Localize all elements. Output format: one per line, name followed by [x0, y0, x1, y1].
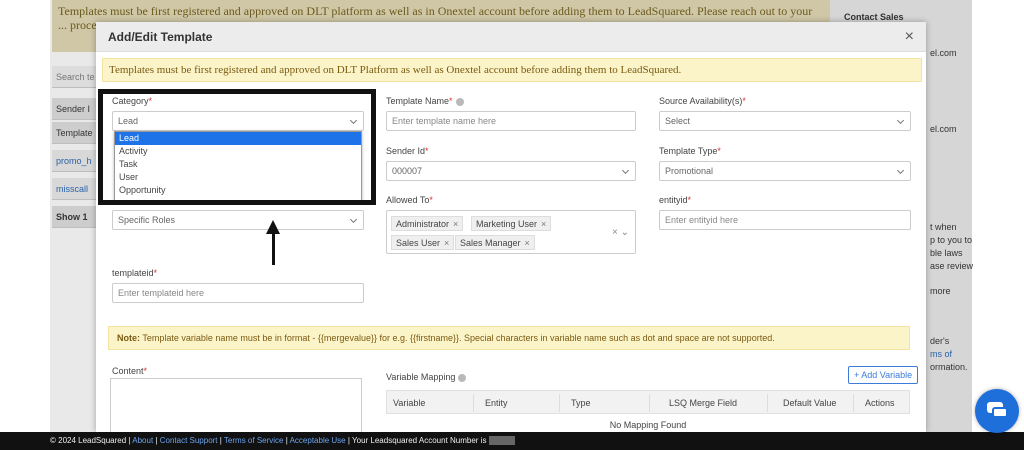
footer-link-contact-support[interactable]: Contact Support	[160, 436, 218, 445]
source-availability-label: Source Availability(s)*	[659, 96, 746, 106]
contact-sales-label: Contact Sales	[844, 12, 904, 22]
column-header: Type	[571, 398, 591, 408]
template-type-label: Template Type*	[659, 146, 721, 156]
column-header: LSQ Merge Field	[669, 398, 738, 408]
highlight-annotation-box	[98, 89, 376, 205]
column-divider	[767, 394, 768, 412]
background-text: p to you to	[930, 235, 973, 245]
modal-title: Add/Edit Template	[108, 30, 213, 44]
screen: Templates must be first registered and a…	[0, 0, 1024, 450]
column-divider	[649, 394, 650, 412]
column-divider	[853, 394, 854, 412]
redacted-account-number	[488, 436, 515, 446]
remove-tag-icon[interactable]: ×	[541, 219, 546, 229]
close-icon[interactable]: ×	[905, 28, 914, 46]
column-divider	[559, 394, 560, 412]
footer-link-about[interactable]: About	[132, 436, 153, 445]
entityid-input[interactable]: Enter entityid here	[659, 210, 911, 230]
background-row: promo_h	[52, 150, 98, 172]
background-text: ble laws	[930, 248, 963, 258]
variable-format-note: Note: Template variable name must be in …	[108, 326, 910, 350]
template-name-input[interactable]: Enter template name here	[386, 111, 636, 131]
sender-id-select[interactable]: 000007	[386, 161, 636, 181]
template-name-label: Template Name*	[386, 96, 464, 106]
entityid-label: entityid*	[659, 195, 692, 205]
footer-link-acceptable-use[interactable]: Acceptable Use	[290, 436, 346, 445]
modal-header: Add/Edit Template ×	[96, 22, 926, 52]
background-row: Sender I	[52, 98, 98, 120]
background-text: der's	[930, 336, 950, 346]
arrow-shaft	[272, 232, 275, 265]
column-divider	[473, 394, 474, 412]
background-search-input: Search te	[52, 66, 98, 88]
column-header: Variable	[393, 398, 426, 408]
allowed-to-multiselect[interactable]: Administrator × Marketing User × Sales Use…	[386, 210, 636, 254]
chat-bubble-icon	[992, 407, 1008, 418]
background-row: misscall	[52, 178, 98, 200]
footer-copyright: © 2024 LeadSquared |	[50, 436, 131, 445]
templateid-label: templateid*	[112, 268, 158, 278]
column-header: Entity	[485, 398, 508, 408]
background-row: Template	[52, 122, 98, 144]
background-text: el.com	[930, 48, 957, 58]
empty-state-text: No Mapping Found	[609, 420, 687, 430]
dlt-warning-banner: Templates must be first registered and a…	[102, 58, 922, 82]
background-text: t when	[930, 222, 957, 232]
background-text: el.com	[930, 124, 957, 134]
templateid-input[interactable]: Enter templateid here	[112, 283, 364, 303]
variable-mapping-table: Variable Entity Type LSQ Merge Field Def…	[386, 390, 910, 432]
footer-link-terms[interactable]: Terms of Service	[224, 436, 284, 445]
footer: © 2024 LeadSquared | About | Contact Sup…	[0, 432, 1024, 450]
background-link: ms of	[930, 349, 953, 359]
sender-id-label: Sender Id*	[386, 146, 429, 156]
table-header: Variable Entity Type LSQ Merge Field Def…	[386, 390, 910, 414]
background-template-list: Search te Sender I Template promo_h miss…	[52, 60, 98, 260]
role-tag: Sales User ×	[391, 235, 455, 250]
source-availability-select[interactable]: Select	[659, 111, 911, 131]
allowed-to-label: Allowed To*	[386, 195, 433, 205]
column-header: Actions	[865, 398, 895, 408]
content-label: Content*	[112, 366, 148, 376]
template-type-select[interactable]: Promotional	[659, 161, 911, 181]
background-row: Show 1	[52, 206, 98, 228]
remove-tag-icon[interactable]: ×	[444, 238, 449, 248]
background-text: ormation.	[930, 362, 968, 372]
chat-widget-button[interactable]	[975, 389, 1019, 433]
role-tag: Administrator ×	[391, 216, 464, 231]
variable-mapping-label: Variable Mapping	[386, 372, 467, 382]
clear-all-icon[interactable]: × ⌄	[612, 227, 629, 238]
add-variable-button[interactable]: + Add Variable	[848, 366, 919, 384]
footer-separator: |	[285, 436, 288, 445]
footer-separator: |	[219, 436, 222, 445]
info-icon	[455, 97, 464, 106]
add-edit-template-modal: Add/Edit Template × Templates must be fi…	[96, 22, 926, 432]
background-text: ase review	[930, 261, 974, 271]
info-icon	[458, 373, 467, 382]
remove-tag-icon[interactable]: ×	[453, 219, 458, 229]
footer-separator: |	[155, 436, 158, 445]
column-header: Default Value	[783, 398, 837, 408]
role-tag: Sales Manager ×	[455, 235, 535, 250]
remove-tag-icon[interactable]: ×	[525, 238, 530, 248]
content-textarea[interactable]	[110, 378, 362, 432]
role-tag: Marketing User ×	[471, 216, 552, 231]
background-text: more	[930, 286, 951, 296]
availability-select[interactable]: Specific Roles	[112, 210, 364, 230]
footer-account-text: | Your Leadsquared Account Number is	[347, 436, 487, 445]
